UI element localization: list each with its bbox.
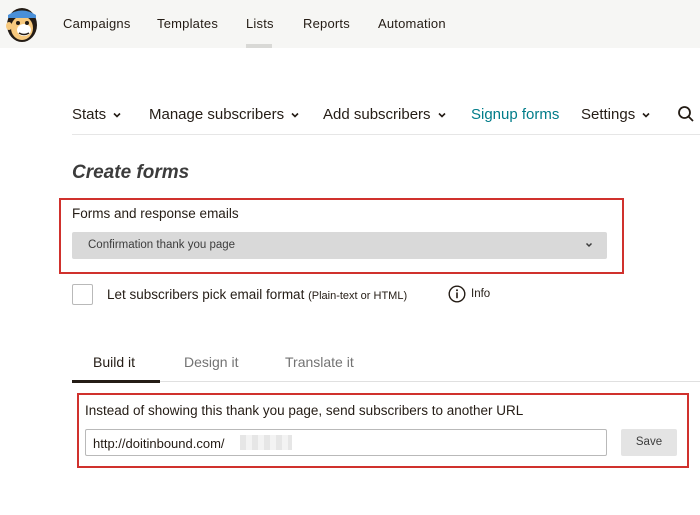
email-format-checkbox[interactable] [72, 284, 93, 305]
email-format-label-group: Let subscribers pick email format (Plain… [107, 287, 407, 302]
subnav-manage-subscribers-label: Manage subscribers [149, 106, 285, 123]
chevron-down-icon [291, 112, 299, 118]
page-title: Create forms [72, 162, 190, 183]
tab-translate-it[interactable]: Translate it [285, 354, 354, 370]
subnav-signup-forms-label: Signup forms [471, 106, 560, 123]
tab-design-it[interactable]: Design it [184, 354, 238, 370]
forms-select[interactable]: Confirmation thank you page [72, 232, 607, 259]
email-format-label: Let subscribers pick email format [107, 287, 305, 302]
save-button[interactable]: Save [621, 429, 677, 456]
subnav-manage-subscribers[interactable]: Manage subscribers [149, 106, 299, 123]
search-icon[interactable] [677, 105, 695, 123]
nav-active-indicator [246, 44, 272, 48]
active-tab-indicator [72, 380, 160, 383]
subnav-stats-label: Stats [72, 106, 107, 123]
subnav-stats[interactable]: Stats [72, 106, 121, 123]
subnav-add-subscribers[interactable]: Add subscribers [323, 106, 446, 123]
email-format-hint: (Plain-text or HTML) [308, 290, 408, 302]
subnav-divider [72, 134, 700, 135]
nav-templates[interactable]: Templates [157, 16, 218, 31]
tab-build-it[interactable]: Build it [93, 354, 135, 370]
chevron-down-icon [437, 112, 446, 118]
subnav-add-subscribers-label: Add subscribers [323, 106, 431, 123]
redirect-url-input[interactable]: http://doitinbound.com/ [85, 429, 607, 456]
subnav-settings[interactable]: Settings [581, 106, 650, 123]
chevron-down-icon [113, 112, 121, 118]
forms-field-label: Forms and response emails [72, 206, 239, 221]
info-link[interactable]: Info [471, 288, 490, 300]
nav-reports[interactable]: Reports [303, 16, 350, 31]
nav-campaigns[interactable]: Campaigns [63, 16, 131, 31]
info-icon[interactable] [448, 285, 466, 303]
chevron-down-icon [642, 112, 650, 118]
redacted-url-segment [240, 435, 292, 450]
subnav-signup-forms[interactable]: Signup forms [471, 106, 559, 123]
top-navigation: Campaigns Templates Lists Reports Automa… [0, 0, 700, 48]
nav-lists[interactable]: Lists [246, 16, 274, 31]
mailchimp-logo-icon[interactable] [3, 4, 41, 44]
subnav-settings-label: Settings [581, 106, 636, 123]
redirect-url-value: http://doitinbound.com/ [93, 436, 225, 451]
chevron-down-icon [585, 242, 593, 248]
redirect-url-label: Instead of showing this thank you page, … [85, 403, 524, 418]
forms-select-value: Confirmation thank you page [88, 239, 236, 251]
tabs-divider [72, 381, 700, 382]
nav-automation[interactable]: Automation [378, 16, 446, 31]
